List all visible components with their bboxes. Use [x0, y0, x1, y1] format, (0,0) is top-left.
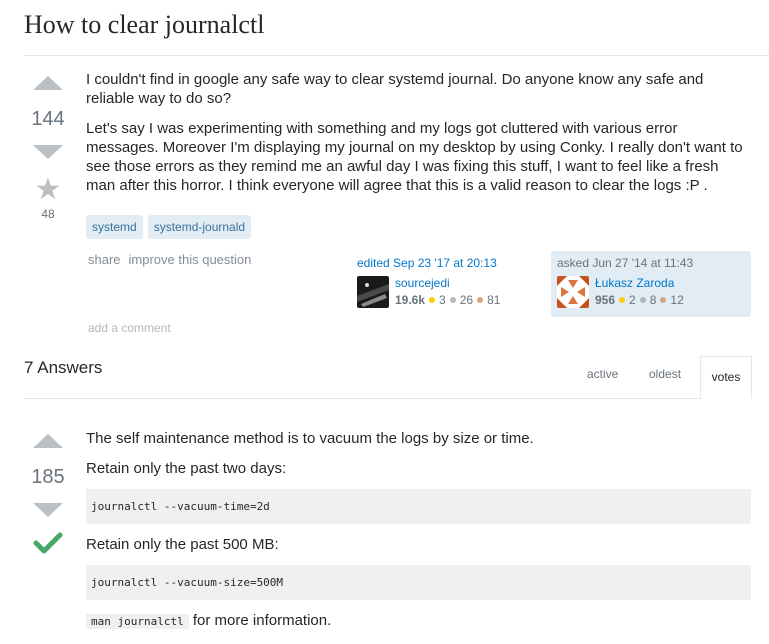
edited-timestamp[interactable]: edited Sep 23 '17 at 20:13	[357, 256, 500, 270]
question-body: I couldn't find in google any safe way t…	[86, 70, 751, 206]
editor-reputation: 19.6k 3 26 81	[395, 293, 500, 307]
post-menu: share improve this question	[88, 252, 251, 267]
downvote-arrow-icon[interactable]	[33, 503, 63, 517]
answer-body: The self maintenance method is to vacuum…	[86, 429, 751, 642]
editor-name[interactable]: sourcejedi	[395, 276, 500, 290]
owner-avatar[interactable]	[557, 276, 589, 308]
title-divider	[24, 55, 769, 56]
bronze-badge-count: 81	[487, 293, 501, 307]
tag-systemd-journald[interactable]: systemd-journald	[147, 215, 252, 239]
editor-avatar[interactable]	[357, 276, 389, 308]
bronze-badge-count: 12	[670, 293, 684, 307]
question-paragraph: I couldn't find in google any safe way t…	[86, 71, 704, 107]
owner-signature: asked Jun 27 '14 at 11:43 Łukasz Zaroda …	[551, 251, 751, 317]
answer-vote-cell: 185	[24, 434, 72, 559]
question-vote-count: 144	[31, 108, 65, 130]
reputation-score: 19.6k	[395, 293, 426, 307]
answer-vote-count: 185	[31, 466, 65, 488]
answer-text: for more information.	[188, 612, 332, 629]
gold-badge-icon	[619, 297, 626, 303]
upvote-arrow-icon[interactable]	[33, 76, 63, 90]
answers-count-heading: 7 Answers	[24, 358, 103, 377]
owner-name[interactable]: Łukasz Zaroda	[595, 276, 684, 290]
downvote-arrow-icon[interactable]	[33, 145, 63, 159]
code-block: journalctl --vacuum-time=2d	[86, 489, 751, 524]
inline-code: man journalctl	[86, 614, 189, 629]
upvote-arrow-icon[interactable]	[33, 434, 63, 448]
tab-votes[interactable]: votes	[700, 356, 752, 399]
share-link[interactable]: share	[88, 252, 121, 267]
question-vote-cell: 144 ★ 48	[24, 76, 72, 221]
accepted-checkmark-icon	[33, 532, 63, 554]
gold-badge-icon	[429, 297, 436, 303]
bronze-badge-icon	[660, 297, 667, 303]
gold-badge-count: 2	[629, 293, 636, 307]
add-comment-link[interactable]: add a comment	[88, 321, 171, 335]
answer-paragraph: Retain only the past 500 MB:	[86, 536, 279, 553]
gold-badge-count: 3	[439, 293, 446, 307]
tag-systemd[interactable]: systemd	[86, 215, 143, 239]
improve-question-link[interactable]: improve this question	[129, 252, 252, 267]
editor-signature: edited Sep 23 '17 at 20:13 sourcejedi 19…	[357, 256, 500, 308]
question-title[interactable]: How to clear journalctl	[24, 10, 264, 40]
silver-badge-count: 8	[649, 293, 657, 307]
favorite-star-icon[interactable]: ★	[24, 175, 72, 205]
tab-oldest[interactable]: oldest	[649, 367, 681, 381]
silver-badge-icon	[639, 297, 646, 303]
code-block: journalctl --vacuum-size=500M	[86, 565, 751, 600]
answer-paragraph: Retain only the past two days:	[86, 460, 287, 477]
reputation-score: 956	[595, 293, 616, 307]
owner-reputation: 956 2 8 12	[595, 293, 684, 307]
question-paragraph: Let's say I was experimenting with somet…	[86, 120, 743, 194]
bronze-badge-icon	[477, 297, 484, 303]
tabs-divider	[24, 398, 751, 399]
tab-active[interactable]: active	[587, 367, 618, 381]
favorite-count: 48	[41, 207, 55, 221]
asked-timestamp[interactable]: asked Jun 27 '14 at 11:43	[557, 256, 745, 270]
answer-paragraph: man journalctl for more information.	[86, 611, 751, 631]
silver-badge-icon	[449, 297, 456, 303]
silver-badge-count: 26	[459, 293, 474, 307]
question-tags: systemd systemd-journald	[86, 215, 252, 239]
answer-paragraph: The self maintenance method is to vacuum…	[86, 430, 534, 447]
